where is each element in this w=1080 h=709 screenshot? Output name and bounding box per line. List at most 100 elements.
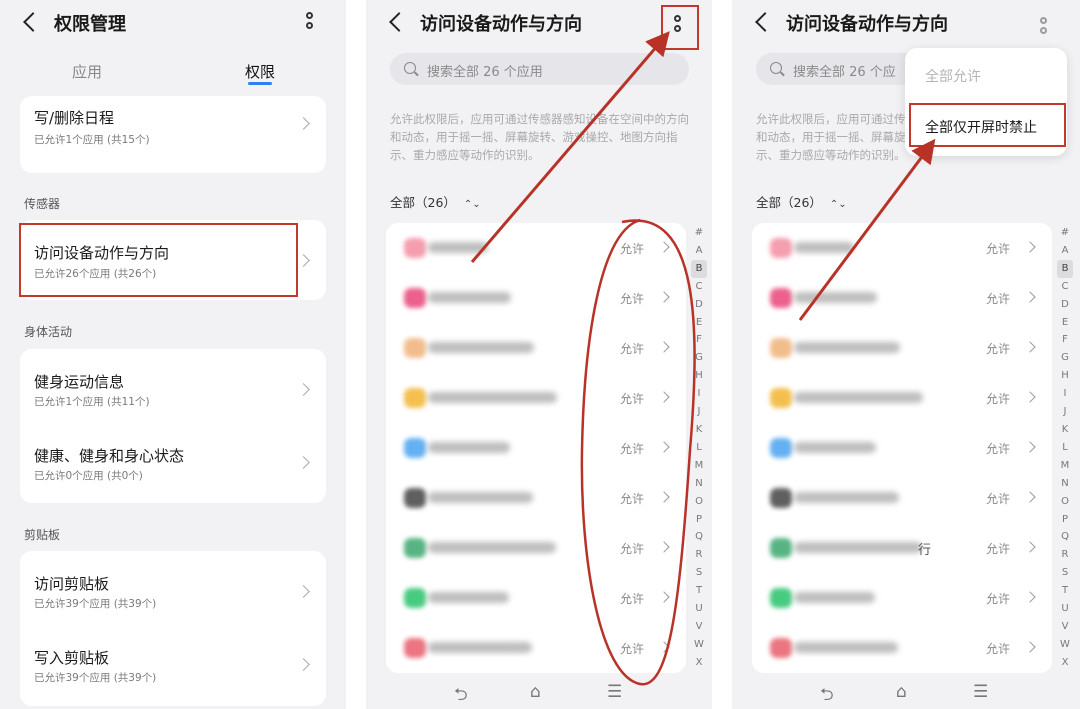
app-list-item[interactable]: 允许 [386,373,686,423]
index-letter[interactable]: N [691,475,707,493]
index-letter[interactable]: O [1057,493,1073,511]
index-letter[interactable]: I [691,385,707,403]
index-letter[interactable]: X [691,654,707,672]
allow-status: 允许 [619,642,644,656]
index-letter[interactable]: K [691,421,707,439]
app-list-item[interactable]: 允许 [752,323,1052,373]
index-letter[interactable]: F [691,331,707,349]
index-letter[interactable]: U [691,600,707,618]
app-icon-redacted [404,438,426,458]
index-letter[interactable]: # [1057,224,1073,242]
index-letter[interactable]: A [691,242,707,260]
app-list-item[interactable]: 允许 [386,273,686,323]
index-letter[interactable]: J [1057,403,1073,421]
index-letter[interactable]: # [691,224,707,242]
index-letter[interactable]: R [691,546,707,564]
menu-item-allow-all[interactable]: 全部允许 [925,66,981,86]
index-letter[interactable]: G [691,349,707,367]
app-name-redacted [794,542,922,553]
index-letter[interactable]: P [691,511,707,529]
permission-row-calendar[interactable]: 写/删除日程 已允许1个应用 (共15个) [20,96,326,164]
app-list-item[interactable]: 允许 [752,573,1052,623]
index-letter[interactable]: Q [691,528,707,546]
nav-menu-icon[interactable]: ☰ [607,682,622,702]
back-arrow-icon[interactable] [388,12,406,30]
index-letter[interactable]: U [1057,600,1073,618]
index-letter[interactable]: C [691,278,707,296]
index-letter[interactable]: S [691,564,707,582]
chevron-right-icon [297,254,310,267]
chevron-right-icon [297,383,310,396]
index-letter[interactable]: W [1057,636,1073,654]
permission-row-fitness[interactable]: 健身运动信息 已允许1个应用 (共11个) [20,349,326,425]
app-list-item[interactable]: 允许 [386,223,686,273]
app-list-item[interactable]: 允许 [386,473,686,523]
app-list-item[interactable]: 允许 [752,273,1052,323]
screenshot-stage: 权限管理 应用 权限 写/删除日程 已允许1个应用 (共15个) 传感器 访问设… [0,0,1080,709]
filter-dropdown[interactable]: 全部（26） ⌃⌄ [390,192,481,211]
chevron-right-icon [297,117,310,130]
index-letter[interactable]: M [1057,457,1073,475]
index-letter[interactable]: A [1057,242,1073,260]
index-letter[interactable]: H [691,367,707,385]
index-letter[interactable]: T [691,582,707,600]
index-letter[interactable]: W [691,636,707,654]
app-list-item[interactable]: 允许 [386,323,686,373]
permission-row-health[interactable]: 健康、健身和身心状态 已允许0个应用 (共0个) [20,425,326,501]
index-letter[interactable]: D [1057,296,1073,314]
app-name-redacted [428,442,510,453]
nav-back-icon[interactable]: ⮌ [454,682,468,709]
app-list-item[interactable]: 允许 [752,473,1052,523]
app-list-item[interactable]: 允许 [752,423,1052,473]
more-options-icon[interactable] [1037,15,1051,37]
index-letter[interactable]: L [1057,439,1073,457]
tab-apps[interactable]: 应用 [72,61,102,82]
index-letter[interactable]: Q [1057,528,1073,546]
index-letter[interactable]: S [1057,564,1073,582]
index-letter[interactable]: K [1057,421,1073,439]
index-letter[interactable]: L [691,439,707,457]
app-list-item[interactable]: 允许 [752,373,1052,423]
index-letter[interactable]: I [1057,385,1073,403]
app-list-item[interactable]: 允许 [386,423,686,473]
app-list-item[interactable]: 允许 [386,623,686,673]
index-letter[interactable]: H [1057,367,1073,385]
app-list-item[interactable]: 允许 [752,223,1052,273]
filter-dropdown[interactable]: 全部（26） ⌃⌄ [756,192,847,211]
index-letter[interactable]: B [1057,259,1073,278]
index-letter[interactable]: D [691,296,707,314]
index-letter[interactable]: O [691,493,707,511]
more-options-icon[interactable] [303,10,317,32]
search-input[interactable]: 搜索全部 26 个应用 [390,53,689,85]
permission-row-write-clipboard[interactable]: 写入剪贴板 已允许39个应用 (共39个) [20,627,326,703]
index-letter[interactable]: V [691,618,707,636]
index-letter[interactable]: R [1057,546,1073,564]
index-letter[interactable]: E [691,314,707,332]
app-list-item[interactable]: 允许 行 [752,523,1052,573]
app-list-item[interactable]: 允许 [752,623,1052,673]
index-letter[interactable]: B [691,259,707,278]
index-letter[interactable]: N [1057,475,1073,493]
page-title: 访问设备动作与方向 [786,14,948,35]
index-letter[interactable]: V [1057,618,1073,636]
index-letter[interactable]: E [1057,314,1073,332]
back-arrow-icon[interactable] [22,12,40,30]
index-letter[interactable]: F [1057,331,1073,349]
nav-home-icon[interactable]: ⌂ [530,682,541,702]
back-arrow-icon[interactable] [754,12,772,30]
allow-status: 允许 [619,592,644,606]
app-list-item[interactable]: 允许 [386,523,686,573]
nav-menu-icon[interactable]: ☰ [973,682,988,702]
nav-home-icon[interactable]: ⌂ [896,682,907,702]
permission-row-read-clipboard[interactable]: 访问剪贴板 已允许39个应用 (共39个) [20,551,326,627]
index-letter[interactable]: T [1057,582,1073,600]
index-letter[interactable]: P [1057,511,1073,529]
index-letter[interactable]: J [691,403,707,421]
tab-permissions[interactable]: 权限 [245,61,275,82]
app-list-item[interactable]: 允许 [386,573,686,623]
index-letter[interactable]: X [1057,654,1073,672]
nav-back-icon[interactable]: ⮌ [820,682,834,709]
index-letter[interactable]: G [1057,349,1073,367]
index-letter[interactable]: C [1057,278,1073,296]
index-letter[interactable]: M [691,457,707,475]
